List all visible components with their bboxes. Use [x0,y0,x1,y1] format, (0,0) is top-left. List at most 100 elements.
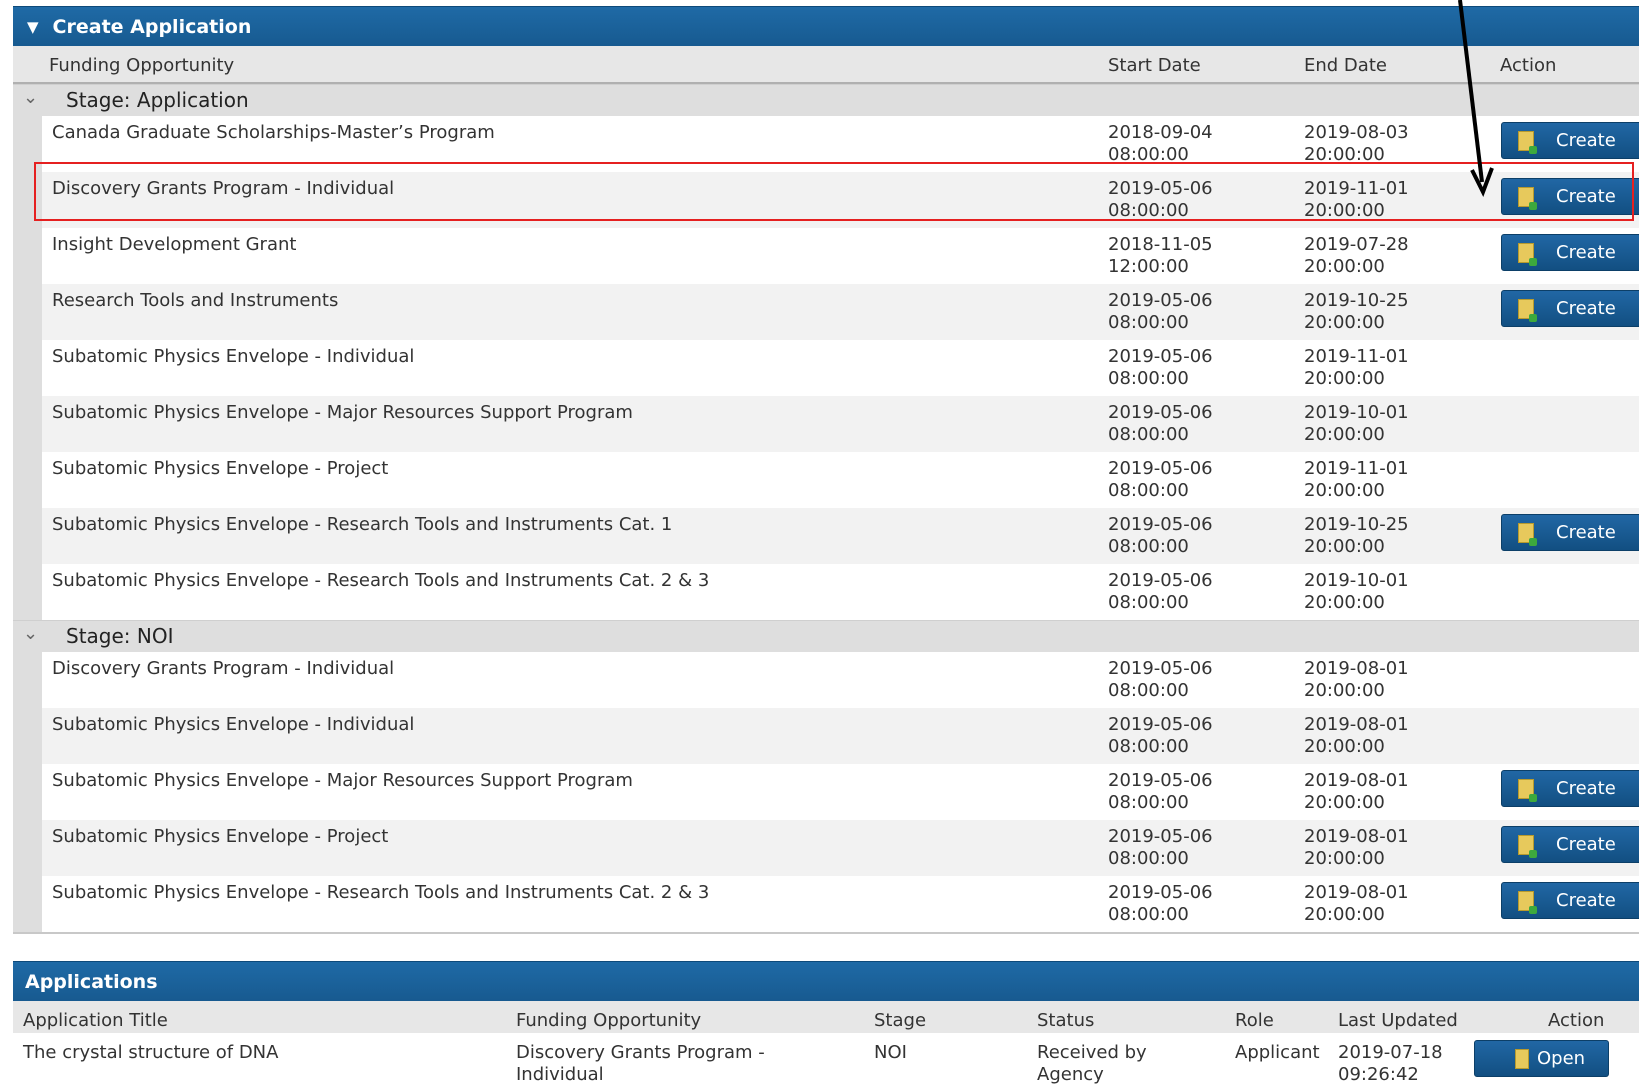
end-date: 2019-11-01 20:00:00 [1304,346,1409,389]
funding-opportunity-name: Insight Development Grant [52,234,297,255]
end-date: 2019-10-01 20:00:00 [1304,402,1409,445]
highlight-box [34,162,1634,221]
funding-opportunity-name: Discovery Grants Program - Individual [52,658,395,679]
create-button[interactable]: Create [1501,826,1639,863]
new-document-icon [1518,890,1537,914]
new-document-icon [1518,130,1537,154]
start-date: 2019-05-06 08:00:00 [1108,514,1213,557]
funding-opportunity-name: Subatomic Physics Envelope - Major Resou… [52,770,633,791]
stage-gutter [13,652,42,932]
create-application-title: Create Application [52,15,252,38]
start-date: 2019-05-06 08:00:00 [1108,570,1213,613]
create-button[interactable]: Create [1501,234,1639,271]
application-title[interactable]: The crystal structure of DNA [23,1042,278,1064]
table-row: Subatomic Physics Envelope - Project 2019… [42,452,1639,508]
table-row: Subatomic Physics Envelope - Project 2019… [42,820,1639,876]
applications-title: Applications [25,970,158,993]
start-date: 2019-05-06 08:00:00 [1108,290,1213,333]
end-date: 2019-07-28 20:00:00 [1304,234,1409,277]
col-funding-opportunity[interactable]: Funding Opportunity [49,55,234,76]
col-start-date[interactable]: Start Date [1108,55,1201,76]
col-status[interactable]: Status [1037,1010,1094,1031]
col-application-title[interactable]: Application Title [23,1010,168,1031]
start-date: 2019-05-06 08:00:00 [1108,458,1213,501]
end-date: 2019-10-25 20:00:00 [1304,290,1409,333]
funding-opportunity-name: Canada Graduate Scholarships-Master’s Pr… [52,122,495,143]
application-last-updated: 2019-07-18 09:26:42 [1338,1042,1443,1085]
end-date: 2019-08-01 20:00:00 [1304,882,1409,925]
stage-group-header[interactable]: ⌄ Stage: NOI [13,620,1639,652]
create-application-header[interactable]: ▼ Create Application [13,6,1639,46]
funding-opportunity-name: Subatomic Physics Envelope - Research To… [52,570,710,591]
stage-label: Stage: NOI [66,624,174,648]
start-date: 2019-05-06 08:00:00 [1108,714,1213,757]
col-end-date[interactable]: End Date [1304,55,1387,76]
application-funding: Discovery Grants Program - Individual [516,1042,765,1085]
application-status: Received by Agency [1037,1042,1147,1085]
end-date: 2019-08-01 20:00:00 [1304,714,1409,757]
end-date: 2019-08-03 20:00:00 [1304,122,1409,165]
end-date: 2019-08-01 20:00:00 [1304,658,1409,701]
funding-opportunity-name: Subatomic Physics Envelope - Individual [52,346,415,367]
start-date: 2019-05-06 08:00:00 [1108,658,1213,701]
new-document-icon [1518,778,1537,802]
stage-label: Stage: Application [66,88,249,112]
table-bottom-border [13,932,1639,934]
start-date: 2019-05-06 08:00:00 [1108,402,1213,445]
col-role[interactable]: Role [1235,1010,1274,1031]
col-stage[interactable]: Stage [874,1010,926,1031]
table-row: Research Tools and Instruments 2019-05-06… [42,284,1639,340]
create-column-headers: Funding Opportunity Start Date End Date … [13,46,1639,84]
create-button[interactable]: Create [1501,882,1639,919]
table-row: Subatomic Physics Envelope - Research To… [42,564,1639,620]
col-action: Action [1500,55,1557,76]
table-row: Subatomic Physics Envelope - Research To… [42,508,1639,564]
end-date: 2019-08-01 20:00:00 [1304,826,1409,869]
chevron-down-icon[interactable]: ⌄ [23,87,38,108]
new-document-icon [1518,242,1537,266]
end-date: 2019-08-01 20:00:00 [1304,770,1409,813]
table-row: Insight Development Grant 2018-11-05 12:0… [42,228,1639,284]
applications-header: Applications [13,961,1639,1001]
table-row: Discovery Grants Program - Individual 201… [42,652,1639,708]
create-button[interactable]: Create [1501,770,1639,807]
col-app-action: Action [1548,1010,1605,1031]
table-row: Subatomic Physics Envelope - Individual 2… [42,708,1639,764]
start-date: 2018-11-05 12:00:00 [1108,234,1213,277]
new-document-icon [1518,522,1537,546]
new-document-icon [1518,834,1537,858]
create-button[interactable]: Create [1501,290,1639,327]
end-date: 2019-11-01 20:00:00 [1304,458,1409,501]
start-date: 2019-05-06 08:00:00 [1108,346,1213,389]
start-date: 2018-09-04 08:00:00 [1108,122,1213,165]
funding-opportunity-name: Subatomic Physics Envelope - Research To… [52,514,673,535]
application-stage: NOI [874,1042,907,1063]
start-date: 2019-05-06 08:00:00 [1108,826,1213,869]
collapse-triangle-icon[interactable]: ▼ [27,18,39,36]
create-button[interactable]: Create [1501,514,1639,551]
table-row: Subatomic Physics Envelope - Research To… [42,876,1639,932]
start-date: 2019-05-06 08:00:00 [1108,882,1213,925]
table-row: Subatomic Physics Envelope - Major Resou… [42,764,1639,820]
funding-opportunity-name: Subatomic Physics Envelope - Individual [52,714,415,735]
funding-opportunity-name: Subatomic Physics Envelope - Major Resou… [52,402,633,423]
stage-group-header[interactable]: ⌄ Stage: Application [13,84,1639,116]
open-button[interactable]: Open [1474,1040,1609,1077]
funding-opportunity-name: Subatomic Physics Envelope - Research To… [52,882,710,903]
table-row: Subatomic Physics Envelope - Individual 2… [42,340,1639,396]
application-role: Applicant [1235,1042,1320,1063]
end-date: 2019-10-25 20:00:00 [1304,514,1409,557]
new-document-icon [1518,298,1537,322]
table-row: Subatomic Physics Envelope - Major Resou… [42,396,1639,452]
end-date: 2019-10-01 20:00:00 [1304,570,1409,613]
open-document-icon [1515,1048,1529,1069]
funding-opportunity-name: Subatomic Physics Envelope - Project [52,826,389,847]
create-button[interactable]: Create [1501,122,1639,159]
funding-opportunity-name: Research Tools and Instruments [52,290,339,311]
funding-opportunity-name: Subatomic Physics Envelope - Project [52,458,389,479]
col-last-updated[interactable]: Last Updated [1338,1010,1458,1031]
table-row: The crystal structure of DNA Discovery G… [13,1033,1639,1091]
start-date: 2019-05-06 08:00:00 [1108,770,1213,813]
col-app-funding-opportunity[interactable]: Funding Opportunity [516,1010,701,1031]
chevron-down-icon[interactable]: ⌄ [23,623,38,644]
